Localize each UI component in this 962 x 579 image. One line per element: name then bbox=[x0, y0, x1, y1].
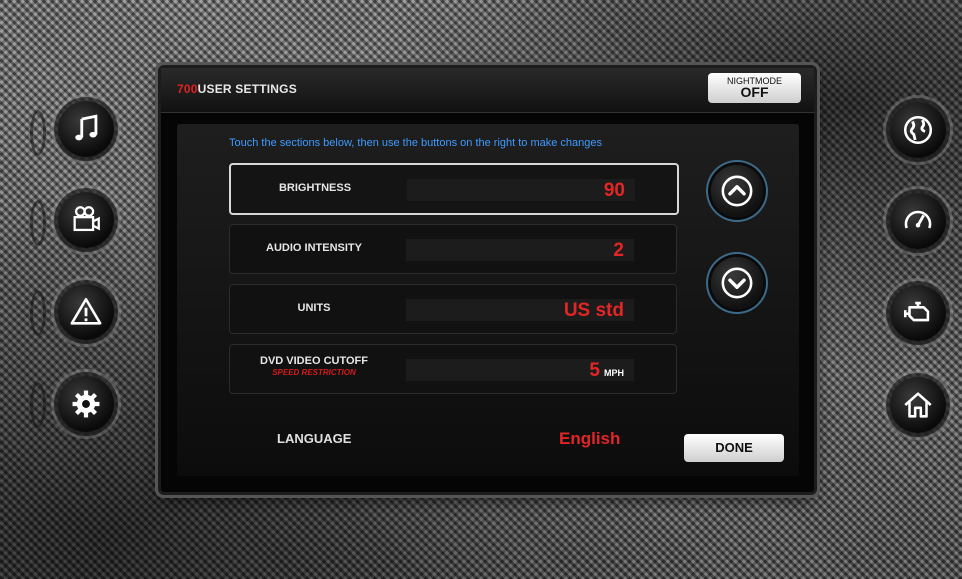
title-text: USER SETTINGS bbox=[197, 82, 297, 96]
language-value[interactable]: English bbox=[559, 429, 620, 449]
setting-value: US std bbox=[563, 300, 624, 321]
music-button[interactable] bbox=[58, 101, 114, 157]
setting-value-box: 2 bbox=[406, 239, 634, 261]
video-camera-icon bbox=[73, 206, 100, 232]
model-number: 700 bbox=[177, 82, 198, 96]
decorative-bracket bbox=[30, 290, 46, 336]
engine-button[interactable] bbox=[890, 285, 946, 341]
setting-label: UNITS bbox=[297, 302, 331, 314]
setting-label: BRIGHTNESS bbox=[278, 182, 352, 194]
decorative-bracket bbox=[30, 110, 46, 156]
setting-value: 2 bbox=[613, 240, 624, 261]
title-bar: 700USER SETTINGS NIGHTMODE OFF bbox=[161, 68, 814, 113]
settings-panel: Touch the sections below, then use the b… bbox=[177, 124, 799, 476]
video-button[interactable] bbox=[58, 192, 114, 248]
setting-label: AUDIO INTENSITY bbox=[266, 242, 362, 254]
settings-screen: 700USER SETTINGS NIGHTMODE OFF Touch the… bbox=[161, 68, 814, 492]
engine-icon bbox=[903, 301, 930, 322]
setting-value: 5 MPH bbox=[589, 360, 624, 382]
chevron-down-icon bbox=[721, 267, 753, 299]
settings-gear-icon bbox=[72, 390, 100, 418]
nightmode-toggle[interactable]: NIGHTMODE OFF bbox=[708, 73, 801, 103]
decorative-bracket bbox=[30, 200, 46, 246]
setting-label: DVD VIDEO CUTOFF SPEED RESTRICTION bbox=[230, 355, 398, 377]
settings-button[interactable] bbox=[58, 376, 114, 432]
home-icon bbox=[904, 392, 932, 418]
done-button[interactable]: DONE bbox=[684, 434, 784, 462]
setting-row-brightness[interactable]: BRIGHTNESS 90 bbox=[229, 163, 679, 215]
warning-button[interactable] bbox=[58, 284, 114, 340]
instructions-text: Touch the sections below, then use the b… bbox=[229, 137, 603, 149]
navigation-button[interactable] bbox=[890, 102, 946, 158]
setting-row-audio-intensity[interactable]: AUDIO INTENSITY 2 bbox=[229, 224, 677, 274]
chevron-up-icon bbox=[721, 175, 753, 207]
decorative-bracket bbox=[30, 382, 46, 428]
increase-button[interactable] bbox=[711, 165, 763, 217]
setting-label-text: DVD VIDEO CUTOFF bbox=[260, 355, 368, 367]
setting-value-box: 90 bbox=[407, 179, 635, 201]
music-icon bbox=[75, 114, 98, 141]
globe-icon bbox=[903, 115, 933, 145]
warning-icon bbox=[70, 297, 102, 325]
performance-button[interactable] bbox=[890, 193, 946, 249]
setting-value-box: 5 MPH bbox=[406, 359, 634, 381]
home-button[interactable] bbox=[890, 377, 946, 433]
setting-unit: MPH bbox=[604, 368, 624, 378]
nightmode-value: OFF bbox=[740, 84, 769, 100]
setting-row-dvd-video-cutoff[interactable]: DVD VIDEO CUTOFF SPEED RESTRICTION 5 MPH bbox=[229, 344, 677, 394]
language-label: LANGUAGE bbox=[277, 431, 352, 446]
setting-sublabel: SPEED RESTRICTION bbox=[272, 368, 356, 377]
decrease-button[interactable] bbox=[711, 257, 763, 309]
setting-value-number: 5 bbox=[589, 360, 600, 381]
setting-row-units[interactable]: UNITS US std bbox=[229, 284, 677, 334]
setting-value-box: US std bbox=[406, 299, 634, 321]
speedometer-icon bbox=[904, 210, 932, 229]
setting-value: 90 bbox=[603, 180, 625, 201]
page-title: 700USER SETTINGS bbox=[177, 82, 297, 96]
